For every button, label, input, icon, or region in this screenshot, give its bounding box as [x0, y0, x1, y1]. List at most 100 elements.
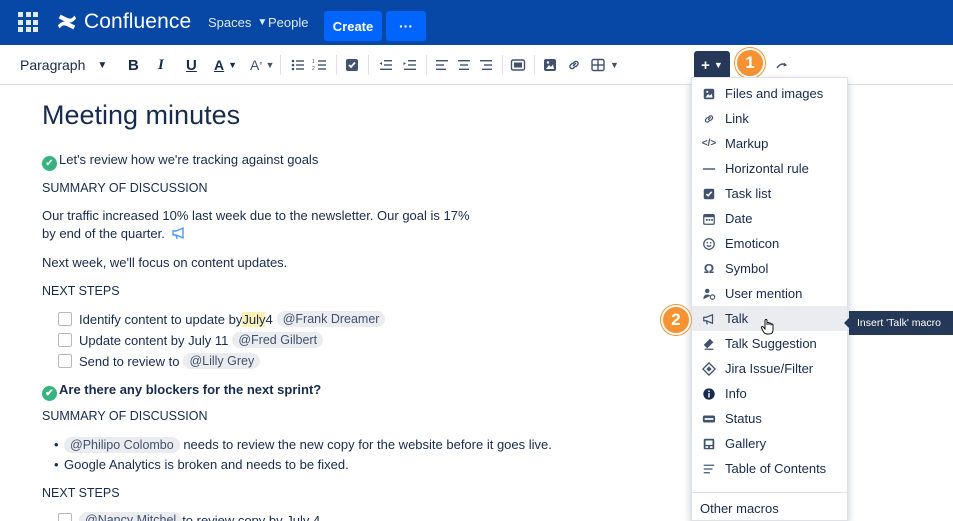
omega-icon: Ω — [703, 261, 715, 276]
task-checkbox[interactable] — [58, 354, 72, 368]
app-switcher-icon[interactable] — [18, 12, 38, 32]
svg-text:2: 2 — [312, 66, 315, 72]
menu-item-status[interactable]: Status — [692, 406, 847, 431]
task-item[interactable]: @Nancy Mitchel to review copy by July 4 — [58, 512, 320, 521]
image-icon[interactable] — [542, 55, 558, 75]
create-button[interactable]: Create — [324, 11, 382, 41]
more-button[interactable]: ··· — [386, 11, 426, 41]
toolbar-divider — [502, 55, 503, 75]
chevron-down-icon: ▼ — [257, 17, 268, 28]
menu-item-user-mention[interactable]: User mention — [692, 281, 847, 306]
menu-item-markup[interactable]: </> Markup — [692, 131, 847, 156]
spaces-menu[interactable]: Spaces ▼ — [208, 15, 267, 30]
task-text: 4 — [265, 311, 273, 327]
confluence-logo[interactable]: Confluence — [56, 10, 191, 34]
outdent-icon[interactable] — [378, 55, 394, 75]
insert-more-button[interactable]: + ▼ — [694, 51, 730, 79]
menu-item-horizontal-rule[interactable]: Horizontal rule — [692, 156, 847, 181]
italic-icon[interactable]: I — [158, 55, 164, 75]
paragraph-line: Our traffic increased 10% last week due … — [42, 208, 470, 223]
list-item: @Philipo Colombo needs to review the new… — [54, 437, 552, 453]
task-checkbox[interactable] — [58, 333, 72, 347]
user-mention[interactable]: @Lilly Grey — [183, 353, 261, 369]
user-mention[interactable]: @Philipo Colombo — [64, 437, 180, 453]
list-item-text: Google Analytics is broken and needs to … — [64, 457, 349, 472]
check-circle-icon: ✔ — [42, 156, 57, 171]
task-checkbox[interactable] — [58, 513, 72, 521]
bold-icon[interactable]: B — [128, 55, 139, 75]
toolbar-divider — [534, 55, 535, 75]
menu-item-label: Talk Suggestion — [725, 336, 817, 351]
list-item: Google Analytics is broken and needs to … — [54, 457, 349, 472]
next-steps-label: NEXT STEPS — [42, 486, 120, 500]
menu-item-files-and-images[interactable]: Files and images — [692, 81, 847, 106]
link-icon — [701, 111, 717, 127]
app-name: Confluence — [84, 10, 192, 33]
paragraph-line: by end of the quarter. — [42, 226, 187, 241]
step-badge-1: 1 — [735, 48, 765, 78]
page-content[interactable]: Meeting minutes ✔ Let's review how we're … — [0, 86, 690, 521]
user-mention[interactable]: @Frank Dreamer — [276, 311, 386, 327]
menu-item-gallery[interactable]: Gallery — [692, 431, 847, 456]
chevron-down-icon: ▼ — [713, 60, 723, 70]
section-heading: ✔ Let's review how we're tracking against… — [42, 152, 318, 171]
menu-item-label: User mention — [725, 286, 803, 301]
text-color-icon[interactable]: A ▼ — [214, 55, 237, 75]
user-mention[interactable]: @Nancy Mitchel — [79, 512, 183, 521]
menu-item-emoticon[interactable]: Emoticon — [692, 231, 847, 256]
table-icon[interactable]: ▼ — [590, 55, 619, 75]
status-icon — [701, 411, 717, 427]
menu-item-label: Info — [725, 386, 747, 401]
confluence-logo-icon — [57, 14, 77, 30]
menu-item-label: Link — [725, 111, 749, 126]
menu-item-table-of-contents[interactable]: Table of Contents — [692, 456, 847, 481]
user-mention[interactable]: @Fred Gilbert — [232, 332, 324, 348]
align-right-icon[interactable] — [478, 55, 494, 75]
horizontal-rule-icon — [701, 161, 717, 177]
menu-item-link[interactable]: Link — [692, 106, 847, 131]
people-link[interactable]: People — [268, 15, 308, 30]
insert-label: + — [701, 56, 710, 74]
menu-item-label: Other macros — [700, 501, 779, 516]
menu-item-other-macros[interactable]: Other macros — [692, 496, 847, 521]
insert-menu: Files and images Link </> Markup Horizon… — [691, 77, 848, 521]
checkbox-icon — [701, 186, 717, 202]
talk-suggestion-icon — [701, 336, 717, 352]
paragraph-line: Next week, we'll focus on content update… — [42, 255, 288, 270]
menu-item-label: Talk — [725, 311, 749, 326]
hand-cursor-icon — [760, 319, 774, 335]
page-title: Meeting minutes — [42, 100, 241, 130]
task-checkbox[interactable] — [58, 312, 72, 326]
numbered-list-icon[interactable]: 12 — [312, 55, 328, 75]
menu-item-jira-issue-filter[interactable]: Jira Issue/Filter — [692, 356, 847, 381]
menu-item-symbol[interactable]: Ω Symbol — [692, 256, 847, 281]
menu-item-label: Status — [725, 411, 762, 426]
align-left-icon[interactable] — [434, 55, 450, 75]
toolbar-divider — [368, 55, 369, 75]
link-icon[interactable] — [566, 55, 582, 75]
smiley-icon — [701, 236, 717, 252]
underline-icon[interactable]: U — [186, 55, 197, 75]
list-item-text: needs to review the new copy for the web… — [179, 437, 552, 452]
text-style-icon[interactable]: A ° ▼ — [250, 55, 274, 75]
menu-item-label: Markup — [725, 136, 769, 151]
menu-item-date[interactable]: Date — [692, 206, 847, 231]
align-center-icon[interactable] — [456, 55, 472, 75]
toolbar-divider — [280, 55, 281, 75]
summary-label: SUMMARY OF DISCUSSION — [42, 181, 208, 195]
next-steps-label: NEXT STEPS — [42, 284, 120, 298]
page-layout-icon[interactable] — [510, 55, 526, 75]
megaphone-icon — [701, 311, 717, 327]
task-item[interactable]: Identify content to update by July 4 @Fr… — [58, 311, 386, 327]
task-item[interactable]: Update content by July 11 @Fred Gilbert — [58, 332, 324, 348]
menu-item-task-list[interactable]: Task list — [692, 181, 847, 206]
paragraph-style-dropdown[interactable]: Paragraph ▼ — [20, 55, 107, 75]
redo-icon[interactable] — [774, 55, 790, 75]
menu-item-info[interactable]: Info — [692, 381, 847, 406]
spaces-label: Spaces — [208, 15, 252, 30]
task-list-icon[interactable] — [344, 55, 360, 75]
task-item[interactable]: Send to review to @Lilly Grey — [58, 353, 261, 369]
bullet-list-icon[interactable] — [290, 55, 306, 75]
indent-icon[interactable] — [402, 55, 418, 75]
menu-item-label: Symbol — [725, 261, 769, 276]
